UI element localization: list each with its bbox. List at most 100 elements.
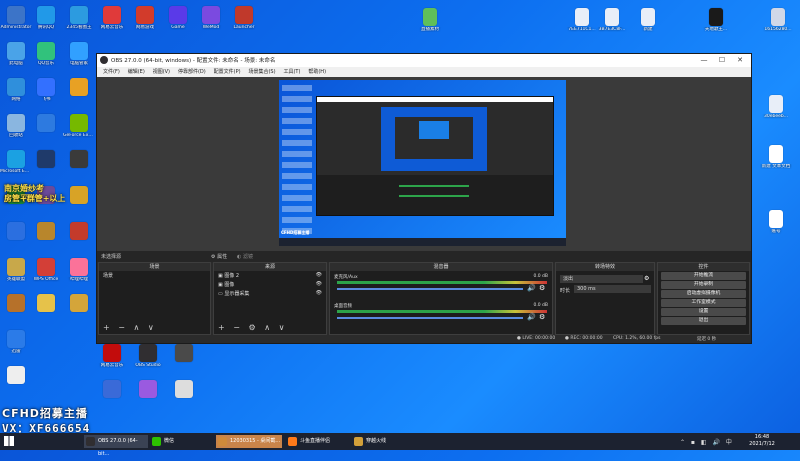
menu-help[interactable]: 帮助(H) [308, 67, 326, 77]
app-icon [103, 6, 121, 24]
taskbar-app[interactable]: 12030315 - 桌间截... [216, 435, 282, 448]
menu-tools[interactable]: 工具(T) [283, 67, 300, 77]
desktop-icon[interactable]: 账号 [760, 210, 792, 234]
desktop-icon[interactable]: 网络 [0, 78, 32, 102]
desktop-icon-label: 电脑管家 [70, 61, 88, 66]
taskbar-app-label: OBS 27.0.0 (64-bit... [98, 438, 138, 457]
taskbar-app[interactable]: 穿越火线 [352, 435, 412, 448]
desktop-icon[interactable]: OBS Studio [132, 344, 164, 368]
exit-button[interactable]: 退出 [661, 317, 746, 325]
desktop-icon[interactable]: 电脑管家 [63, 42, 95, 66]
duration-label: 时长 [560, 288, 571, 294]
desktop-icon[interactable] [63, 150, 95, 169]
taskbar-app-label: 微信 [164, 438, 175, 444]
desktop-icon[interactable]: Game [162, 6, 194, 30]
clock[interactable]: 16:48 2021/7/12 [742, 434, 782, 448]
desktop-icon[interactable]: Administrator [0, 6, 32, 30]
menu-edit[interactable]: 编辑(E) [128, 67, 145, 77]
close-button[interactable]: ✕ [733, 56, 747, 64]
source-item[interactable]: ▣ 图像 2 👁 [214, 271, 326, 280]
desktop-icon[interactable]: 网易云音乐 [96, 6, 128, 30]
desktop-icon-label: Administrator [0, 25, 32, 30]
desktop-icon[interactable]: 16156280... [762, 8, 794, 32]
desktop-icon[interactable]: 网易游戏 [129, 6, 161, 30]
menu-scene-collection[interactable]: 场景集合(S) [248, 67, 275, 77]
start-button[interactable] [4, 436, 14, 446]
obs-titlebar[interactable]: OBS 27.0.0 (64-bit, windows) - 配置文件: 未命名… [97, 54, 751, 67]
desktop-icon[interactable] [30, 150, 62, 169]
desktop-icon[interactable]: 新建 文本文档 [760, 145, 792, 169]
desktop-icon[interactable]: 直播素材 [414, 8, 446, 32]
volume-slider[interactable] [337, 317, 523, 319]
desktop-icon[interactable]: QQ音乐 [30, 42, 62, 66]
taskbar-app[interactable]: OBS 27.0.0 (64-bit... [84, 435, 148, 457]
visibility-eye-icon[interactable]: 👁 [316, 290, 322, 296]
visibility-eye-icon[interactable]: 👁 [316, 281, 322, 287]
taskbar-app[interactable]: 微信 [150, 435, 212, 448]
settings-button[interactable]: 设置 [661, 308, 746, 316]
desktop-icon[interactable] [30, 294, 62, 313]
filters-button[interactable]: ◐ 滤镜 [237, 253, 253, 260]
app-icon [7, 78, 25, 96]
desktop-icon[interactable] [30, 114, 62, 133]
scene-item[interactable]: 场景 [99, 271, 210, 280]
desktop-icon[interactable] [0, 366, 32, 385]
gear-icon[interactable]: ⚙ [644, 275, 649, 282]
desktop-icon[interactable] [63, 78, 95, 97]
transition-select[interactable]: 淡出 [560, 275, 643, 283]
properties-button[interactable]: ⚙ 属性 [211, 253, 227, 260]
studio-mode-button[interactable]: 工作室模式 [661, 299, 746, 307]
source-item[interactable]: ▣ 图像 👁 [214, 280, 326, 289]
desktop-icon[interactable]: WeMod [195, 6, 227, 30]
gear-icon[interactable]: ⚙ [539, 284, 545, 292]
speaker-icon[interactable]: 🔊 [527, 313, 536, 321]
menu-file[interactable]: 文件(F) [103, 67, 120, 77]
duration-input[interactable]: 300 ms [574, 285, 651, 293]
obs-window[interactable]: OBS 27.0.0 (64-bit, windows) - 配置文件: 未命名… [96, 53, 752, 344]
menu-profile[interactable]: 配置文件(P) [214, 67, 241, 77]
menu-docks[interactable]: 停靠部件(D) [178, 67, 206, 77]
desktop-icon[interactable]: 网易云音乐 [96, 344, 128, 368]
desktop-icon[interactable]: 迅雷 [0, 330, 32, 354]
desktop-icon[interactable] [168, 380, 200, 399]
desktop-icon[interactable]: 2345看图王 [63, 6, 95, 30]
start-streaming-button[interactable]: 开始推流 [661, 272, 746, 280]
desktop-icon-label: 腾讯QQ [37, 25, 55, 30]
desktop-icon[interactable]: 天地歌王... [700, 8, 732, 32]
desktop-icon[interactable] [96, 380, 128, 399]
desktop-icon[interactable]: 3B7E3C8F... [596, 8, 628, 32]
desktop-icon[interactable]: 新建 [632, 8, 664, 32]
desktop-icon[interactable]: GeForce Experience [63, 114, 95, 138]
sources-toolbar[interactable]: + − ⚙ ∧ ∨ [218, 323, 287, 332]
visibility-eye-icon[interactable]: 👁 [316, 272, 322, 278]
virtual-camera-button[interactable]: 启动虚拟摄像机 [661, 290, 746, 298]
scenes-toolbar[interactable]: + − ∧ ∨ [103, 323, 157, 332]
desktop-icon-label: Game [171, 25, 185, 30]
minimize-button[interactable]: — [697, 56, 711, 64]
desktop-icon[interactable] [168, 344, 200, 363]
desktop-icon[interactable]: 7EE711C1... [566, 8, 598, 32]
desktop-icon[interactable]: 飞书 [30, 78, 62, 102]
desktop-icon[interactable]: 此电脑 [0, 42, 32, 66]
desktop-icon[interactable]: 回收站 [0, 114, 32, 138]
desktop-icon[interactable]: 腾讯QQ [30, 6, 62, 30]
desktop-icon[interactable] [63, 294, 95, 313]
taskbar-app-icon [86, 437, 95, 446]
speaker-icon[interactable]: 🔊 [527, 284, 536, 292]
desktop-icon[interactable] [0, 294, 32, 313]
file-icon [771, 8, 785, 26]
maximize-button[interactable]: ☐ [715, 56, 729, 64]
gear-icon[interactable]: ⚙ [539, 313, 545, 321]
desktop-icon[interactable] [132, 380, 164, 399]
preview-inner-obs [395, 117, 473, 159]
desktop-icon[interactable]: Microsoft Edge [0, 150, 32, 174]
taskbar-app[interactable]: 斗鱼直播伴侣 [286, 435, 348, 448]
system-tray[interactable]: ⌃ ▪ ◧ 🔊 中 [680, 437, 734, 446]
desktop-icon[interactable]: Launcher [228, 6, 260, 30]
menu-view[interactable]: 视图(V) [153, 67, 170, 77]
source-item[interactable]: ▭ 显示器采集 👁 [214, 289, 326, 298]
desktop-icon[interactable]: 30ebeeb... [760, 95, 792, 119]
volume-slider[interactable] [337, 288, 523, 290]
start-recording-button[interactable]: 开始录制 [661, 281, 746, 289]
preview-canvas[interactable]: CFHD招募主播 [279, 80, 566, 246]
